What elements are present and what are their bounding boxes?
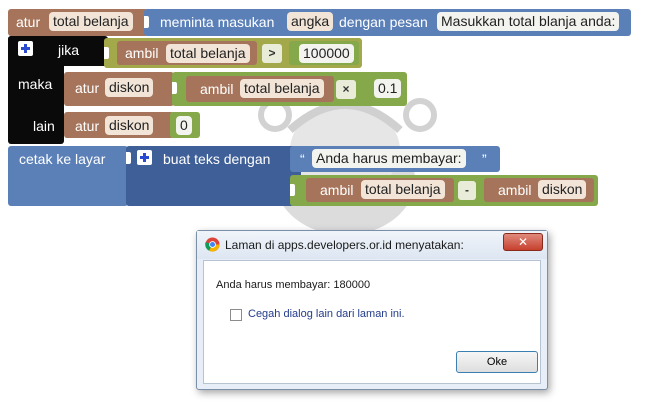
dialog-message: Anda harus membayar: 180000 xyxy=(216,279,371,291)
text-field[interactable]: Anda harus membayar: xyxy=(312,149,466,168)
close-button[interactable]: ✕ xyxy=(503,233,543,251)
dialog-title: Laman di apps.developers.or.id menyataka… xyxy=(225,238,464,252)
variable-dropdown-total-belanja[interactable]: total belanja xyxy=(49,12,133,31)
get-keyword: ambil xyxy=(320,182,354,198)
number-field[interactable]: 0 xyxy=(176,116,192,135)
get-keyword: ambil xyxy=(498,182,532,198)
join-keyword: buat teks dengan xyxy=(163,151,271,167)
block-connector xyxy=(290,184,295,196)
block-connector xyxy=(144,16,149,28)
set-keyword: atur xyxy=(75,118,100,134)
suppress-dialogs-label[interactable]: Cegah dialog lain dari laman ini. xyxy=(248,308,405,320)
set-keyword: atur xyxy=(75,80,100,96)
mutator-plus-icon[interactable] xyxy=(18,41,33,56)
prompt-label: meminta masukan xyxy=(160,14,275,30)
print-keyword: cetak ke layar xyxy=(19,151,106,167)
block-connector xyxy=(104,47,109,59)
close-icon: ✕ xyxy=(517,235,529,249)
dialog-body: Anda harus membayar: 180000 Cegah dialog… xyxy=(203,260,541,384)
prompt-message-label: dengan pesan xyxy=(339,14,428,30)
variable-dropdown-total-belanja[interactable]: total belanja xyxy=(166,44,250,63)
prompt-message-text-field[interactable]: Masukkan total blanja anda: xyxy=(437,12,620,31)
variable-dropdown-diskon[interactable]: diskon xyxy=(538,180,587,199)
join-mutator-plus-icon[interactable] xyxy=(137,150,152,165)
get-keyword: ambil xyxy=(200,81,234,97)
chrome-icon xyxy=(205,237,220,252)
prompt-type-dropdown[interactable]: angka xyxy=(287,12,334,31)
suppress-dialogs-checkbox[interactable] xyxy=(230,309,242,321)
else-keyword: lain xyxy=(33,118,55,134)
variable-dropdown-diskon[interactable]: diskon xyxy=(105,78,154,97)
open-quote: “ xyxy=(300,151,305,167)
dialog-titlebar: Laman di apps.developers.or.id menyataka… xyxy=(197,231,547,259)
block-connector xyxy=(126,152,131,164)
alert-dialog: Laman di apps.developers.or.id menyataka… xyxy=(196,230,548,390)
get-keyword: ambil xyxy=(125,45,159,61)
block-connector xyxy=(172,82,177,94)
ok-button-label: Oke xyxy=(486,356,508,368)
if-keyword: jika xyxy=(58,42,80,58)
ok-button[interactable]: Oke xyxy=(456,351,538,373)
arithmetic-operator-dropdown[interactable]: - xyxy=(458,181,476,200)
number-field[interactable]: 0.1 xyxy=(374,79,402,98)
close-quote: ” xyxy=(482,151,487,167)
variable-dropdown-total-belanja[interactable]: total belanja xyxy=(240,79,324,98)
variable-dropdown-diskon[interactable]: diskon xyxy=(105,116,154,135)
compare-operator-dropdown[interactable]: > xyxy=(262,44,282,63)
number-field[interactable]: 100000 xyxy=(299,44,354,63)
then-keyword: maka xyxy=(18,76,53,92)
arithmetic-operator-dropdown[interactable]: × xyxy=(336,80,356,99)
set-keyword: atur xyxy=(16,14,41,30)
variable-dropdown-total-belanja[interactable]: total belanja xyxy=(361,180,445,199)
